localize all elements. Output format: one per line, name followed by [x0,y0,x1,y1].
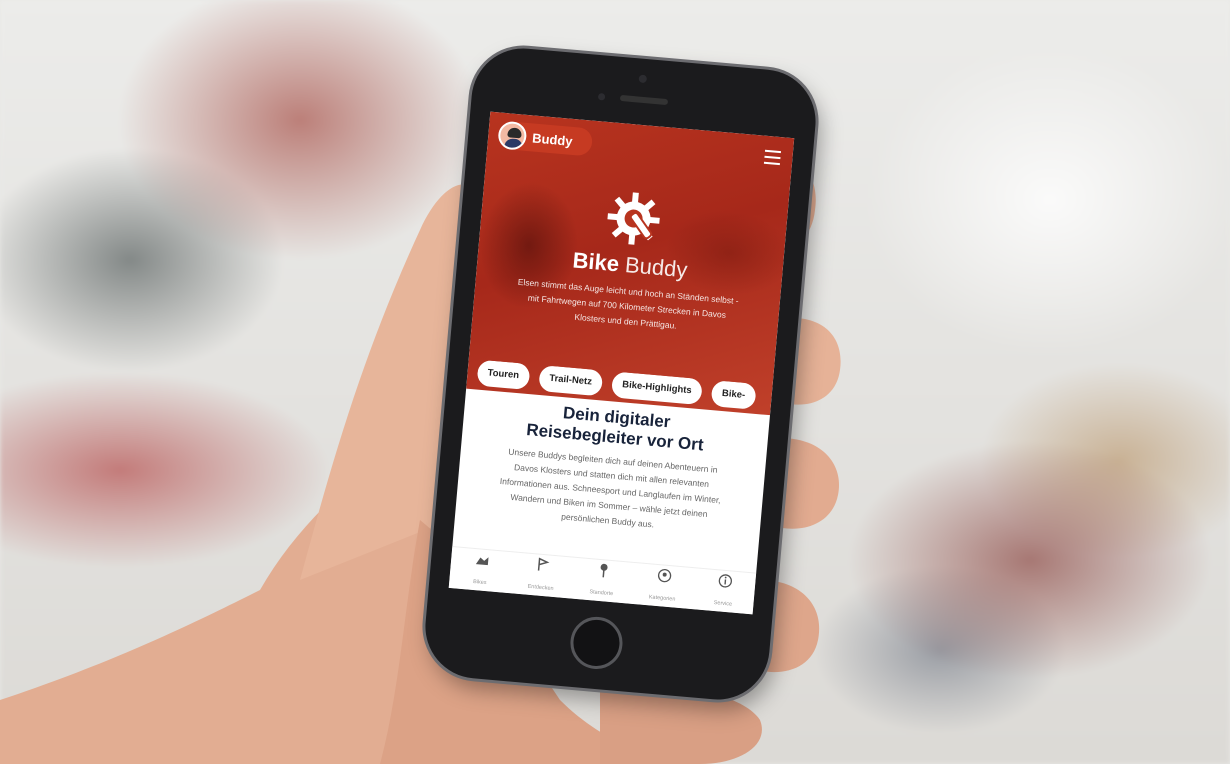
hamburger-menu-icon[interactable] [763,149,782,166]
section-text: Unsere Buddys begleiten dich auf deinen … [499,446,722,530]
home-button[interactable] [568,614,625,672]
chip-trail-netz[interactable]: Trail-Netz [538,364,603,397]
tab-entdecken[interactable]: Entdecken [514,555,569,596]
front-camera [638,74,648,84]
brand-logo[interactable]: Buddy [497,120,594,157]
tab-label: Kategorien [648,594,676,603]
tab-standorte[interactable]: Standorte [575,560,630,601]
tab-label: Entdecken [527,583,554,592]
proximity-sensor [597,93,606,101]
app-header: Buddy [487,112,795,182]
tab-service[interactable]: Service [696,571,751,612]
tab-label: Standorte [589,589,614,598]
chip-touren[interactable]: Touren [476,359,531,390]
buddy-avatar-icon [497,120,528,151]
tab-label: Bikes [472,578,487,587]
map-pin-icon [600,563,608,578]
bike-gear-icon [607,192,660,245]
earpiece-speaker [619,94,669,106]
chip-bike-more[interactable]: Bike- [710,380,757,410]
hero-title-bold: Bike [571,247,621,277]
route-icon [537,557,549,571]
info-icon [718,574,732,588]
tab-kategorien[interactable]: Kategorien [636,565,691,606]
tab-label: Service [713,600,733,608]
chip-bike-highlights[interactable]: Bike-Highlights [611,371,703,406]
category-icon [657,568,671,583]
app-screen: Buddy Bike Buddy Elsen stimmt das Auge l… [448,111,795,615]
tab-bikes[interactable]: Bikes [453,549,508,590]
hero-banner: Buddy Bike Buddy Elsen stimmt das Auge l… [466,111,795,416]
hero-title-light: Buddy [624,252,689,283]
smartphone: Buddy Bike Buddy Elsen stimmt das Auge l… [421,44,820,704]
brand-name: Buddy [531,129,574,149]
bike-icon [475,557,489,566]
